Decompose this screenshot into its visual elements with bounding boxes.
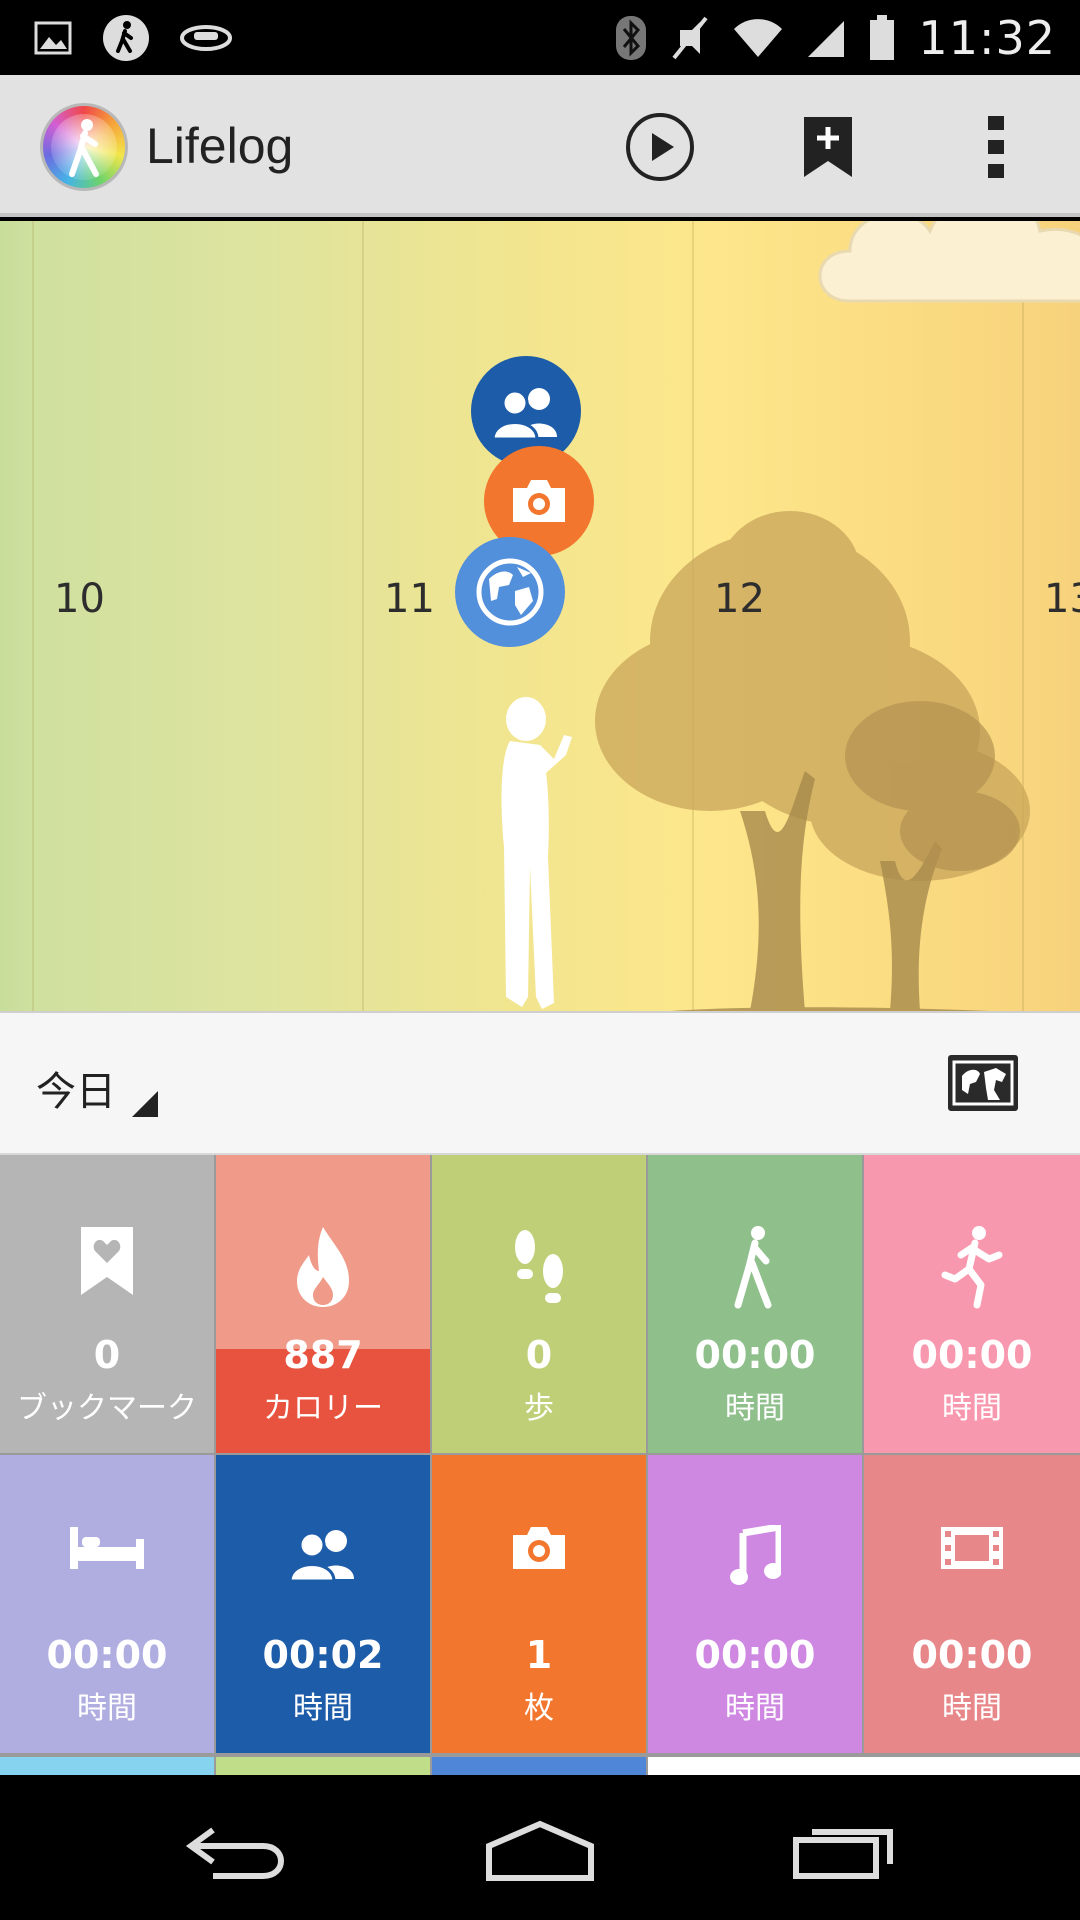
tile-value: 00:00 xyxy=(694,1633,816,1677)
bookmark-heart-icon xyxy=(0,1225,214,1297)
back-button[interactable] xyxy=(163,1805,313,1895)
tile-value: 00:00 xyxy=(46,1633,168,1677)
running-icon xyxy=(864,1225,1080,1311)
tile-value: 1 xyxy=(525,1633,553,1677)
timeline-view[interactable]: 10 11 12 13 xyxy=(0,221,1080,1011)
timeline-divider xyxy=(32,221,34,1011)
tree-illustration xyxy=(595,511,1030,1011)
signal-icon xyxy=(806,17,846,59)
hour-label: 12 xyxy=(714,576,765,622)
timeline-divider xyxy=(362,221,364,1011)
status-bar: 11:32 xyxy=(0,0,1080,75)
hour-label: 10 xyxy=(54,576,105,622)
tile-unit: 時間 xyxy=(293,1691,353,1726)
overflow-menu-button[interactable] xyxy=(948,99,1044,195)
recents-icon xyxy=(793,1829,893,1879)
date-dropdown[interactable]: 今日 xyxy=(36,1059,116,1117)
camera-icon xyxy=(432,1525,646,1571)
tile-unit: 時間 xyxy=(725,1391,785,1426)
play-button[interactable] xyxy=(612,99,708,195)
add-bookmark-button[interactable] xyxy=(780,99,876,195)
tile-unit: 時間 xyxy=(725,1691,785,1726)
activity-tile-film[interactable]: 00:00 時間 xyxy=(864,1455,1080,1753)
tile-unit: ブックマーク xyxy=(17,1391,197,1426)
next-row-tile-peek xyxy=(648,1757,1080,1775)
friends-icon xyxy=(216,1525,430,1581)
tile-value: 00:00 xyxy=(911,1633,1033,1677)
web-event-bubble[interactable] xyxy=(455,537,565,647)
tile-value: 00:00 xyxy=(694,1333,816,1377)
activity-tile-grid: 0 ブックマーク 887 カロリー 0 歩 00:00 時間 00:00 時間 00:00 時間 00:… xyxy=(0,1155,1080,1775)
music-note-icon xyxy=(648,1525,862,1587)
activity-tile-running[interactable]: 00:00 時間 xyxy=(864,1155,1080,1453)
tile-value: 00:00 xyxy=(911,1333,1033,1377)
tile-value: 0 xyxy=(525,1333,553,1377)
cloud-illustration xyxy=(818,221,1080,303)
next-row-tile-peek xyxy=(432,1757,646,1775)
image-icon xyxy=(34,21,72,55)
home-button[interactable] xyxy=(465,1805,615,1895)
bookmark-add-icon xyxy=(804,117,852,177)
activity-tile-camera[interactable]: 1枚 xyxy=(432,1455,646,1753)
hour-label: 13 xyxy=(1044,576,1080,622)
tile-unit: 歩 xyxy=(524,1391,554,1426)
action-bar: Lifelog xyxy=(0,75,1080,217)
hour-label: 11 xyxy=(384,576,435,622)
activity-tile-music-note[interactable]: 00:00 時間 xyxy=(648,1455,862,1753)
band-icon xyxy=(180,23,232,53)
activity-tile-footsteps[interactable]: 0歩 xyxy=(432,1155,646,1453)
tile-unit: 時間 xyxy=(942,1691,1002,1726)
globe-icon xyxy=(476,558,544,626)
map-view-button[interactable] xyxy=(948,1055,1018,1111)
wifi-icon xyxy=(732,17,784,59)
lifelog-logo-icon[interactable] xyxy=(40,103,128,191)
tile-value: 887 xyxy=(283,1333,363,1377)
tile-unit: 時間 xyxy=(77,1691,137,1726)
overflow-menu-icon xyxy=(988,116,1004,178)
date-selector-bar: 今日 xyxy=(0,1011,1080,1155)
tile-unit: 枚 xyxy=(524,1691,554,1726)
footsteps-icon xyxy=(432,1225,646,1311)
activity-tile-flame[interactable]: 887 カロリー xyxy=(216,1155,430,1453)
mute-icon xyxy=(670,14,710,62)
dropdown-triangle-icon[interactable] xyxy=(132,1091,158,1117)
next-row-tile-peek xyxy=(216,1757,430,1775)
activity-tile-bed[interactable]: 00:00 時間 xyxy=(0,1455,214,1753)
world-map-icon xyxy=(952,1060,1014,1106)
person-silhouette xyxy=(501,697,572,1009)
recents-button[interactable] xyxy=(770,1805,920,1895)
play-icon xyxy=(626,113,694,181)
battery-icon xyxy=(868,15,896,61)
walking-icon xyxy=(648,1225,862,1311)
tile-value: 0 xyxy=(93,1333,121,1377)
flame-icon xyxy=(216,1225,430,1309)
tile-value: 00:02 xyxy=(262,1633,384,1677)
bluetooth-icon xyxy=(614,14,648,62)
walk-icon xyxy=(102,14,150,62)
activity-tile-bookmark-heart[interactable]: 0 ブックマーク xyxy=(0,1155,214,1453)
home-icon xyxy=(486,1820,594,1881)
tile-unit: 時間 xyxy=(942,1391,1002,1426)
clock: 11:32 xyxy=(918,11,1056,65)
tile-unit: カロリー xyxy=(263,1391,383,1426)
friends-icon xyxy=(491,388,557,439)
app-title: Lifelog xyxy=(146,118,294,174)
camera-icon xyxy=(513,480,565,522)
next-row-tile-peek xyxy=(0,1757,214,1775)
film-icon xyxy=(864,1525,1080,1571)
activity-tile-walking[interactable]: 00:00 時間 xyxy=(648,1155,862,1453)
navigation-bar xyxy=(0,1775,1080,1920)
back-icon xyxy=(185,1827,284,1879)
activity-tile-friends[interactable]: 00:02 時間 xyxy=(216,1455,430,1753)
bed-icon xyxy=(0,1525,214,1571)
